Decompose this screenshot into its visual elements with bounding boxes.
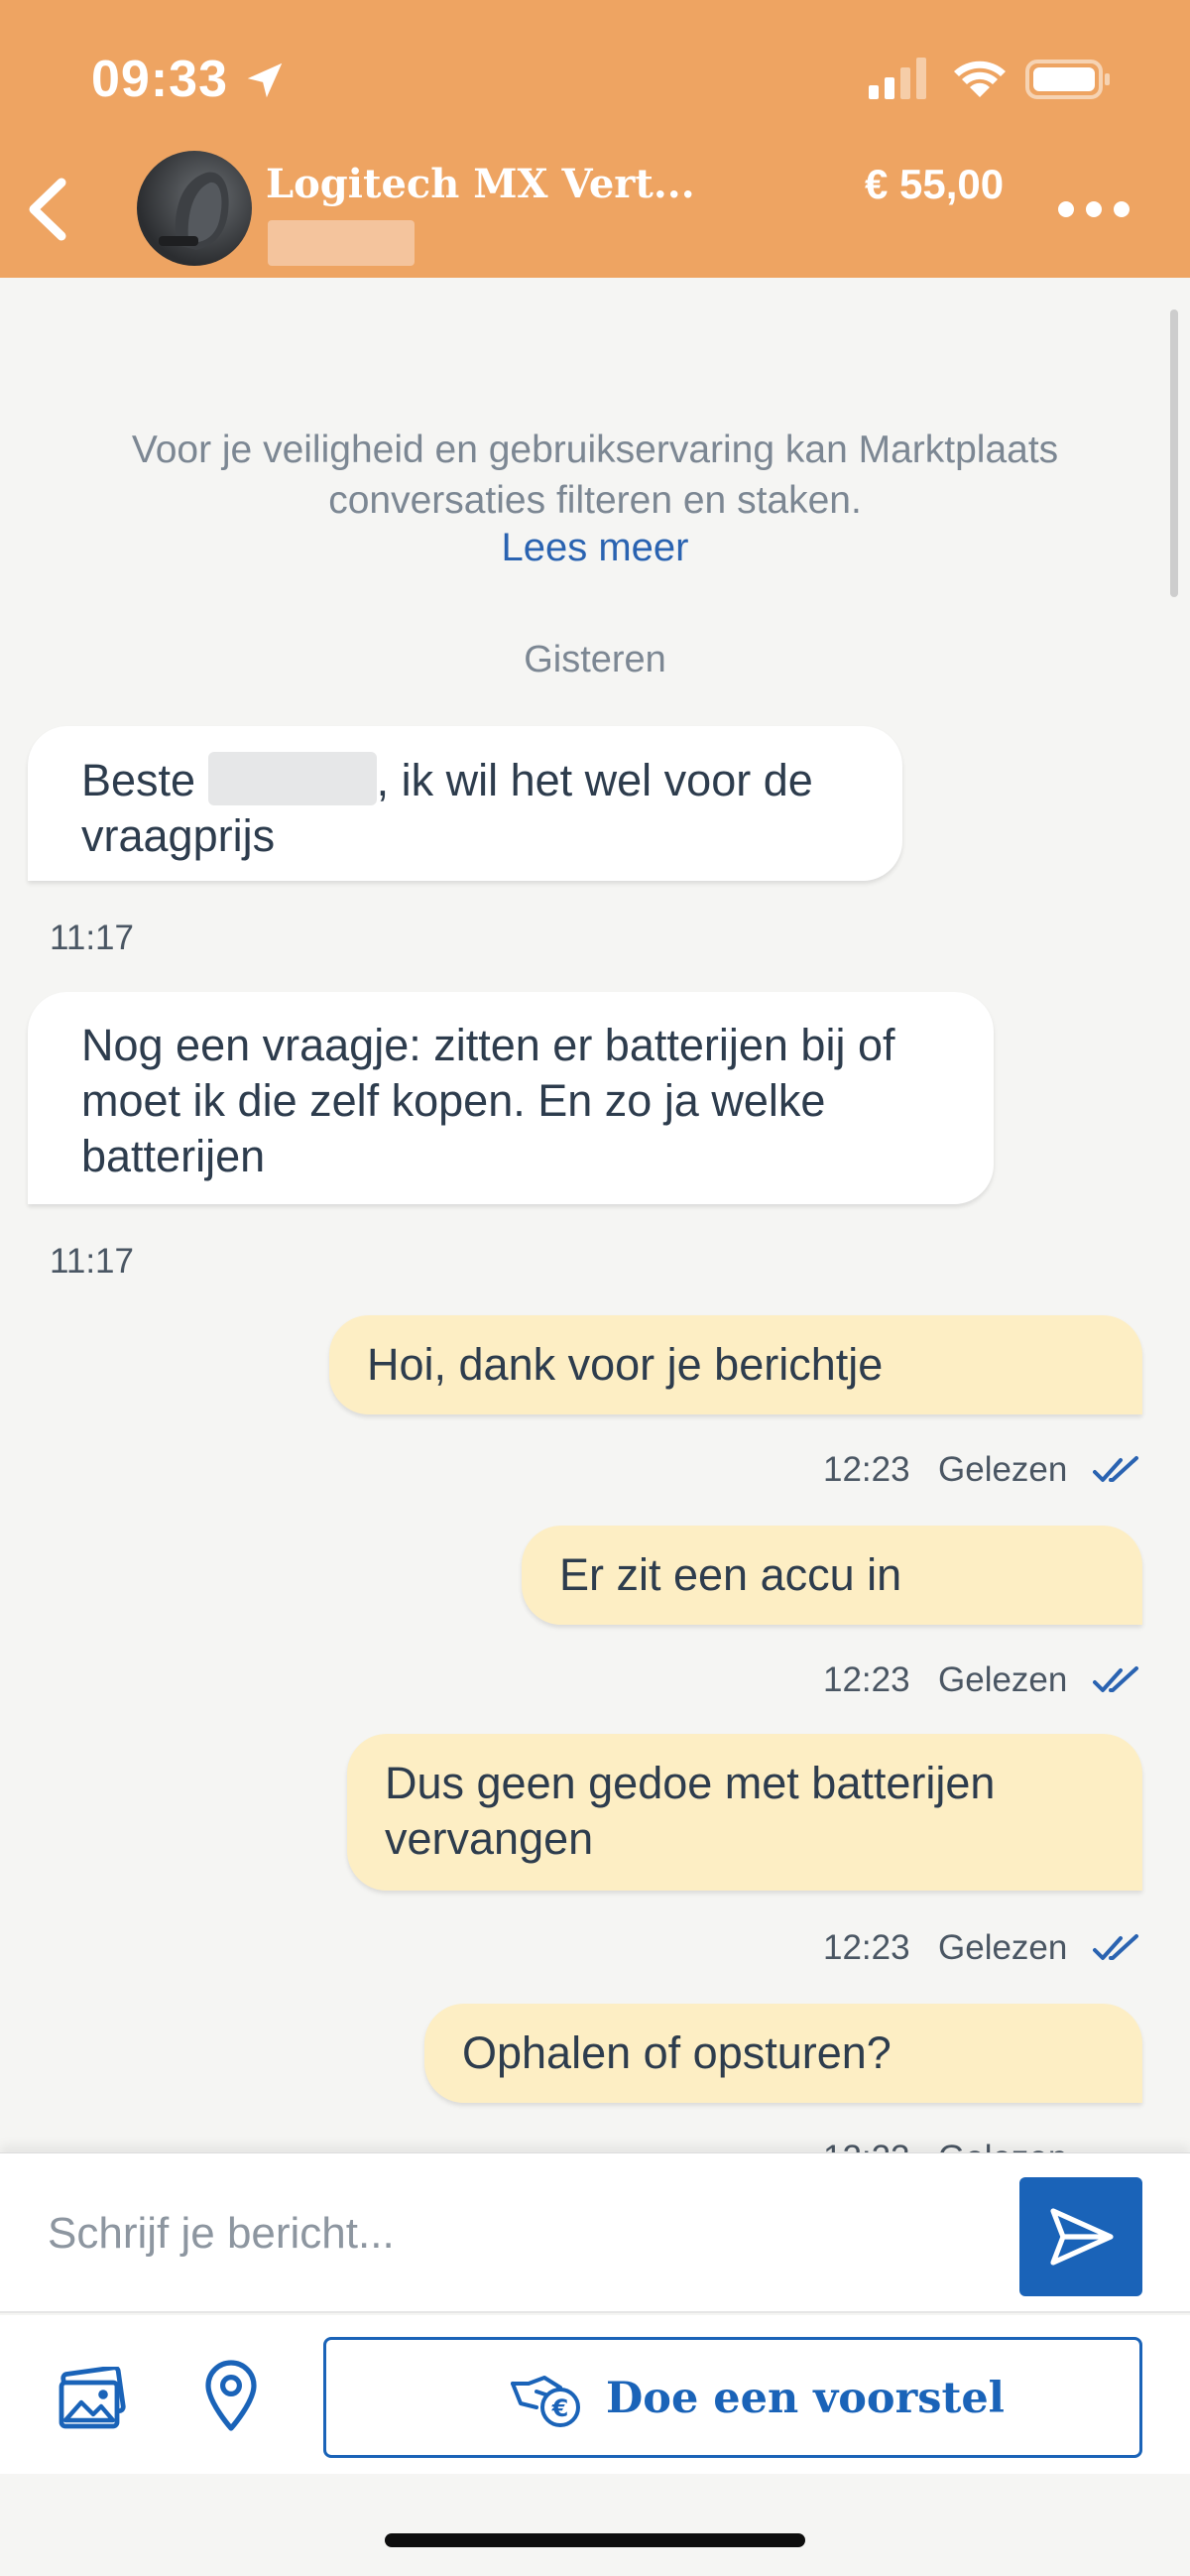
read-status: Gelezen [938, 2139, 1067, 2152]
message-text: Ophalen of opsturen? [462, 2027, 892, 2078]
listing-thumbnail[interactable] [137, 151, 252, 266]
more-options-button[interactable] [1055, 196, 1132, 222]
read-more-link[interactable]: Lees meer [0, 526, 1190, 570]
send-icon [1050, 2208, 1114, 2266]
send-button[interactable] [1019, 2177, 1142, 2296]
message-meta: 12:23 Gelezen [823, 2139, 1150, 2152]
listing-title[interactable]: Logitech MX Vert... [266, 161, 695, 207]
make-offer-label: Doe een voorstel [606, 2374, 1006, 2423]
svg-text:€: € [551, 2394, 569, 2422]
signal-icon [869, 58, 926, 99]
outgoing-message[interactable]: Ophalen of opsturen? [424, 2004, 1142, 2103]
message-meta: 12:23 Gelezen [823, 1450, 1150, 1496]
offer-hand-icon: € [511, 2376, 580, 2427]
photo-icon[interactable] [58, 2367, 129, 2430]
message-text: Nog een vraagje: zitten er batterijen bi… [81, 1020, 895, 1181]
read-status: Gelezen [938, 1450, 1068, 1489]
message-text: Er zit een accu in [559, 1549, 902, 1600]
chat-actions: € Doe een voorstel [0, 2315, 1190, 2474]
wifi-icon [954, 61, 1006, 97]
chat-header: 09:33 Logitech MX Vert... € 55,00 [0, 0, 1190, 278]
read-more-label[interactable]: Lees meer [502, 526, 689, 569]
message-composer [0, 2152, 1190, 2313]
outgoing-message[interactable]: Hoi, dank voor je berichtje [329, 1315, 1142, 1414]
message-meta: 12:23 Gelezen [823, 1660, 1150, 1706]
incoming-message[interactable]: Beste , ik wil het wel voor de vraagprij… [28, 726, 902, 881]
read-status: Gelezen [938, 1660, 1068, 1699]
home-indicator[interactable] [385, 2533, 805, 2547]
status-time: 09:33 [91, 51, 228, 108]
message-time: 12:23 [823, 1660, 910, 1699]
location-pin-icon[interactable] [202, 2359, 260, 2432]
safety-notice: Voor je veiligheid en gebruikservaring k… [131, 429, 1059, 522]
message-text: Dus geen gedoe met batterijen vervangen [385, 1758, 996, 1864]
mouse-image [159, 172, 229, 250]
outgoing-message[interactable]: Dus geen gedoe met batterijen vervangen [347, 1734, 1142, 1891]
message-time: 11:17 [50, 919, 134, 957]
message-input[interactable] [48, 2199, 980, 2269]
buyer-name-redacted [207, 752, 377, 805]
double-check-icon [1093, 1666, 1138, 1692]
message-time: 12:23 [823, 1450, 910, 1489]
battery-icon [1025, 60, 1110, 99]
location-arrow-icon [247, 62, 283, 98]
seller-name-redacted [268, 220, 415, 266]
back-button[interactable] [22, 177, 71, 242]
read-status: Gelezen [938, 1928, 1068, 1967]
double-check-icon [1093, 1456, 1138, 1482]
listing-price: € 55,00 [865, 161, 1005, 207]
message-text: Beste [81, 755, 208, 805]
message-meta: 12:23 Gelezen [823, 1928, 1150, 1974]
message-time: 12:23 [823, 2139, 910, 2152]
incoming-message[interactable]: Nog een vraagje: zitten er batterijen bi… [28, 992, 994, 1204]
message-time: 11:17 [50, 1242, 134, 1281]
double-check-icon [1093, 1934, 1138, 1960]
outgoing-message[interactable]: Er zit een accu in [522, 1526, 1142, 1625]
message-time: 12:23 [823, 1928, 910, 1967]
message-text: Hoi, dank voor je berichtje [367, 1339, 884, 1390]
day-separator: Gisteren [524, 639, 666, 680]
make-offer-button[interactable]: € Doe een voorstel [323, 2337, 1142, 2458]
